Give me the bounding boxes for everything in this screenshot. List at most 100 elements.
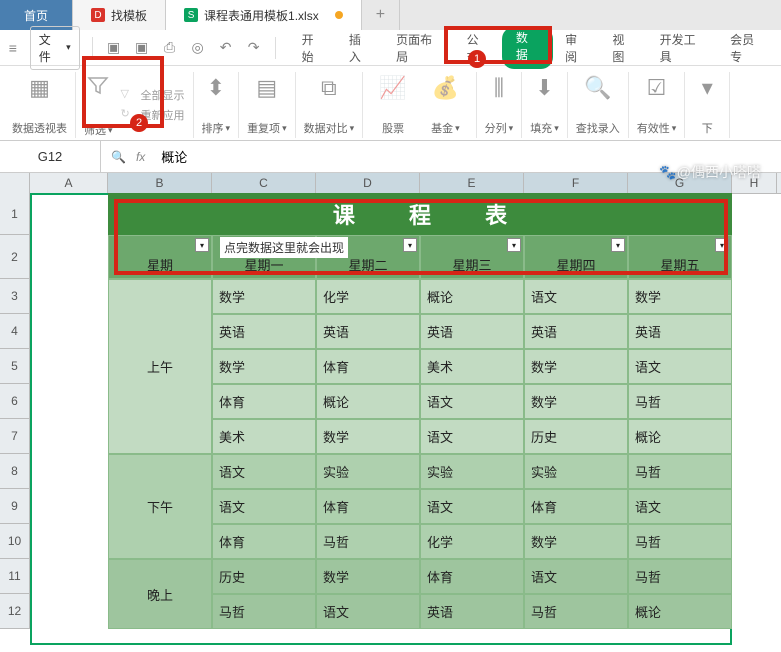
row-header-6[interactable]: 6 (0, 384, 30, 419)
timetable-col-header[interactable]: ▾星期三 (420, 235, 524, 279)
timetable-cell[interactable]: 化学 (316, 279, 420, 314)
timetable-cell[interactable]: 概论 (316, 384, 420, 419)
ribbon-find-entry-button[interactable]: 🔍 查找录入 (568, 72, 629, 138)
timetable-cell[interactable]: 历史 (212, 559, 316, 594)
timetable-cell[interactable]: 历史 (524, 419, 628, 454)
timetable-cell[interactable]: 语文 (420, 384, 524, 419)
timetable-cell[interactable]: 马哲 (316, 524, 420, 559)
menu-tab-member[interactable]: 会员专 (718, 27, 777, 69)
timetable-cell[interactable]: 语文 (524, 279, 628, 314)
timetable-cell[interactable]: 马哲 (628, 559, 732, 594)
timetable-cell[interactable]: 体育 (316, 349, 420, 384)
menu-tab-devtools[interactable]: 开发工具 (648, 27, 718, 69)
ribbon-stock-button[interactable]: 📈 股票 (371, 72, 415, 138)
ribbon-filter-button[interactable]: 筛选 ▾ (84, 72, 113, 138)
row-header-2[interactable]: 2 (0, 235, 30, 279)
col-header-b[interactable]: B (108, 173, 212, 193)
undo-icon[interactable]: ↶ (217, 39, 235, 57)
timetable-cell[interactable]: 英语 (524, 314, 628, 349)
preview-icon[interactable]: ◎ (189, 39, 207, 57)
timetable-cell[interactable]: 数学 (524, 524, 628, 559)
timetable-cell[interactable]: 数学 (212, 279, 316, 314)
timetable-cell[interactable]: 概论 (420, 279, 524, 314)
timetable-cell[interactable]: 数学 (316, 559, 420, 594)
zoom-icon[interactable]: 🔍 (111, 150, 126, 164)
row-header-1[interactable]: 1 (0, 193, 30, 235)
timetable-cell[interactable]: 英语 (420, 314, 524, 349)
timetable-cell[interactable]: 美术 (420, 349, 524, 384)
timetable-cell[interactable]: 马哲 (628, 454, 732, 489)
col-header-d[interactable]: D (316, 173, 420, 193)
menu-tab-view[interactable]: 视图 (600, 27, 647, 69)
ribbon-compare-button[interactable]: ⧉ 数据对比 ▾ (296, 72, 364, 138)
filter-dropdown-button[interactable]: ▾ (403, 238, 417, 252)
timetable-cell[interactable]: 语文 (212, 489, 316, 524)
timetable-cell[interactable]: 体育 (316, 489, 420, 524)
row-header-10[interactable]: 10 (0, 524, 30, 559)
print-icon[interactable]: ⎙ (161, 39, 179, 57)
timetable-cell[interactable]: 数学 (212, 349, 316, 384)
tab-add-button[interactable]: + (362, 0, 400, 30)
ribbon-fill-button[interactable]: ⬇ 填充 ▾ (522, 72, 568, 138)
timetable-cell[interactable]: 实验 (420, 454, 524, 489)
timetable-cell[interactable]: 数学 (524, 349, 628, 384)
select-all-corner[interactable] (0, 173, 30, 193)
menu-tab-insert[interactable]: 插入 (337, 27, 384, 69)
redo-icon[interactable]: ↷ (245, 39, 263, 57)
ribbon-dropdown-button[interactable]: ▾ 下 (685, 72, 730, 138)
timetable-cell[interactable]: 英语 (420, 594, 524, 629)
timetable-cell[interactable]: 马哲 (628, 384, 732, 419)
row-header-4[interactable]: 4 (0, 314, 30, 349)
timetable-cell[interactable]: 体育 (212, 384, 316, 419)
timetable-cell[interactable]: 语文 (628, 489, 732, 524)
file-menu-button[interactable]: 文件 ▾ (30, 26, 80, 70)
timetable-cell[interactable]: 语文 (420, 489, 524, 524)
timetable-cell[interactable]: 英语 (316, 314, 420, 349)
row-header-11[interactable]: 11 (0, 559, 30, 594)
timetable-cell[interactable]: 语文 (420, 419, 524, 454)
menu-tab-review[interactable]: 审阅 (553, 27, 600, 69)
timetable-cell[interactable]: 实验 (524, 454, 628, 489)
filter-dropdown-button[interactable]: ▾ (195, 238, 209, 252)
timetable-col-header[interactable]: ▾星期五 (628, 235, 732, 279)
timetable-cell[interactable]: 英语 (628, 314, 732, 349)
timetable-cell[interactable]: 化学 (420, 524, 524, 559)
save-as-icon[interactable]: ▣ (133, 39, 151, 57)
timetable-col-header[interactable]: ▾星期四 (524, 235, 628, 279)
timetable-cell[interactable]: 数学 (524, 384, 628, 419)
timetable-cell[interactable]: 体育 (524, 489, 628, 524)
ribbon-fund-button[interactable]: 💰 基金 ▾ (423, 72, 468, 138)
timetable-cell[interactable]: 马哲 (212, 594, 316, 629)
show-all-button[interactable]: ▽全部显示 (121, 87, 185, 103)
row-header-5[interactable]: 5 (0, 349, 30, 384)
name-box[interactable]: G12 (0, 145, 100, 168)
filter-dropdown-button[interactable]: ▾ (611, 238, 625, 252)
filter-dropdown-button[interactable]: ▾ (507, 238, 521, 252)
menu-tab-start[interactable]: 开始 (290, 27, 337, 69)
ribbon-validate-button[interactable]: ☑ 有效性 ▾ (629, 72, 686, 138)
timetable-cell[interactable]: 数学 (316, 419, 420, 454)
menu-tab-data[interactable]: 数据 (502, 27, 553, 69)
ribbon-split-button[interactable]: ⫼ 分列 ▾ (477, 72, 523, 138)
col-header-f[interactable]: F (524, 173, 628, 193)
tab-template[interactable]: D 找模板 (73, 0, 166, 30)
fx-icon[interactable]: fx (136, 150, 153, 164)
timetable-cell[interactable]: 语文 (628, 349, 732, 384)
timetable-cell[interactable]: 马哲 (524, 594, 628, 629)
save-icon[interactable]: ▣ (105, 39, 123, 57)
timetable-cell[interactable]: 美术 (212, 419, 316, 454)
ribbon-pivot[interactable]: ▦ 数据透视表 (4, 72, 76, 138)
menu-hamburger-icon[interactable]: ≡ (4, 39, 22, 57)
timetable-cell[interactable]: 实验 (316, 454, 420, 489)
timetable-cell[interactable]: 概论 (628, 594, 732, 629)
tab-file[interactable]: S 课程表通用模板1.xlsx (166, 0, 362, 30)
row-header-8[interactable]: 8 (0, 454, 30, 489)
timetable-cell[interactable]: 马哲 (628, 524, 732, 559)
timetable-cell[interactable]: 概论 (628, 419, 732, 454)
ribbon-dedup-button[interactable]: ▤ 重复项 ▾ (239, 72, 296, 138)
ribbon-sort-button[interactable]: ⬍ 排序 ▾ (194, 72, 240, 138)
row-header-7[interactable]: 7 (0, 419, 30, 454)
col-header-e[interactable]: E (420, 173, 524, 193)
timetable-cell[interactable]: 英语 (212, 314, 316, 349)
row-header-12[interactable]: 12 (0, 594, 30, 629)
